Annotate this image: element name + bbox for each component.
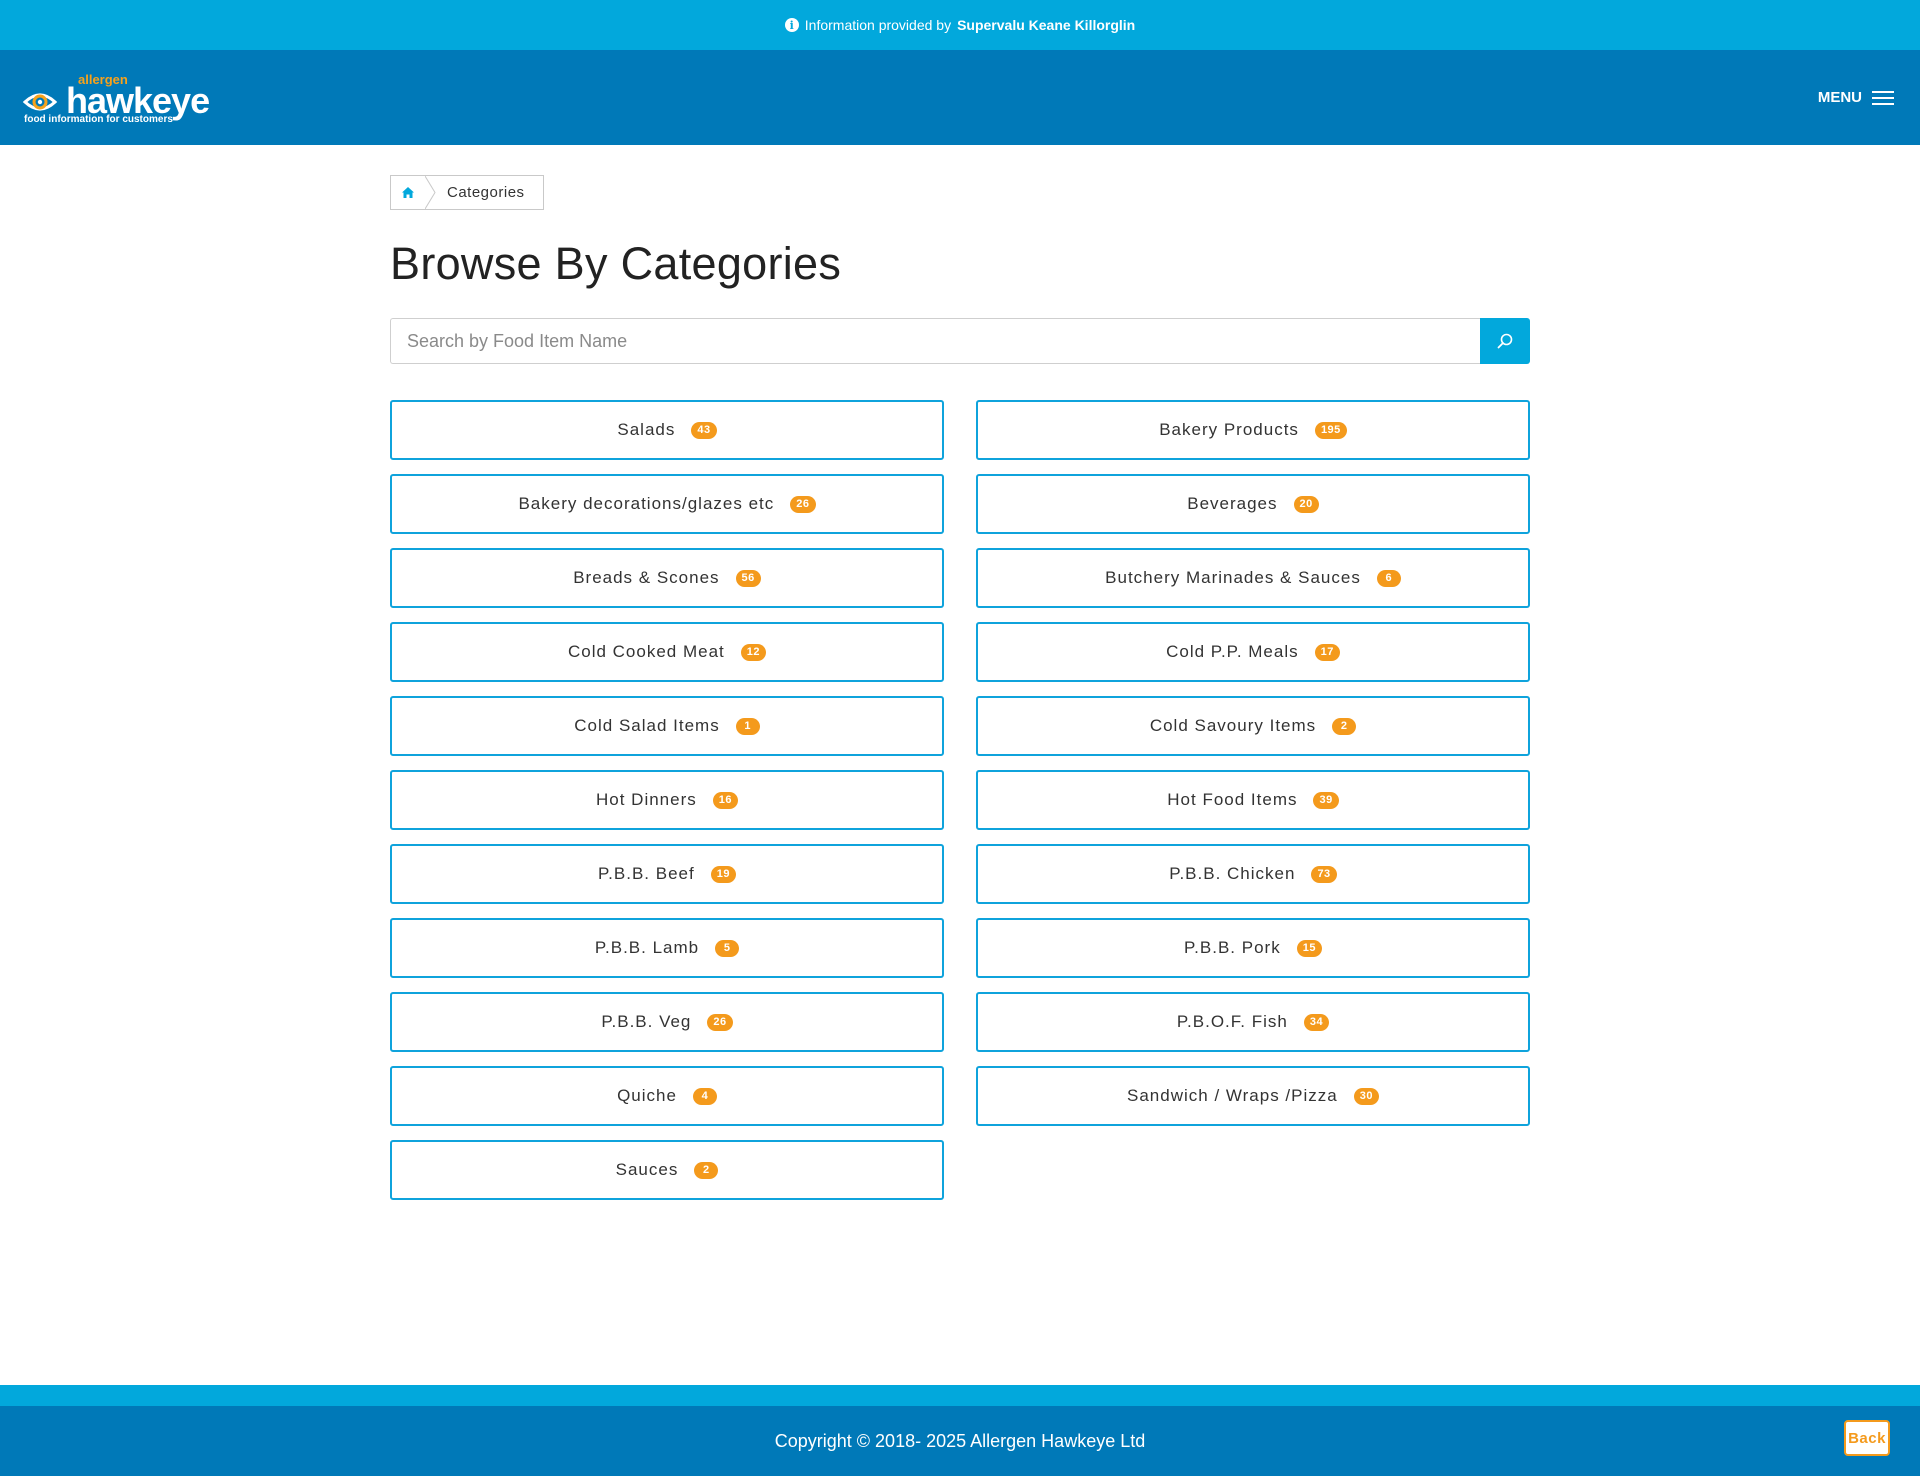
info-provider: Supervalu Keane Killorglin [957,17,1136,33]
category-button[interactable]: Hot Food Items 39 [976,770,1530,830]
category-label: Bakery decorations/glazes etc [518,494,775,513]
category-button[interactable]: Bakery Products 195 [976,400,1530,460]
category-button[interactable]: P.B.O.F. Fish 34 [976,992,1530,1052]
category-button[interactable]: P.B.B. Lamb 5 [390,918,944,978]
category-count-badge: 195 [1314,421,1347,439]
category-count-badge: 1 [735,717,760,735]
category-button[interactable]: Beverages 20 [976,474,1530,534]
category-count-badge: 19 [710,865,736,883]
menu-label: MENU [1817,89,1862,106]
category-count-badge: 39 [1313,791,1339,809]
category-count-badge: 6 [1376,569,1401,587]
category-label: Quiche [617,1086,677,1105]
category-button[interactable]: Cold P.P. Meals 17 [976,622,1530,682]
category-button[interactable]: Sandwich / Wraps /Pizza 30 [976,1066,1530,1126]
category-button[interactable]: Salads 43 [390,400,944,460]
copyright-text: Copyright © 2018- 2025 Allergen Hawkeye … [774,1430,1146,1451]
category-label: Sauces [615,1160,679,1179]
category-button[interactable]: Cold Savoury Items 2 [976,696,1530,756]
category-count-badge: 4 [692,1087,717,1105]
search-button[interactable] [1480,318,1530,364]
eye-logo-icon [22,93,58,110]
category-button[interactable]: Bakery decorations/glazes etc 26 [390,474,944,534]
category-count-badge: 43 [691,421,717,439]
search-icon [1497,333,1513,349]
category-label: Bakery Products [1159,420,1299,439]
category-count-badge: 2 [694,1161,719,1179]
category-button[interactable]: Quiche 4 [390,1066,944,1126]
category-label: Hot Food Items [1167,790,1298,809]
breadcrumb-home[interactable] [391,176,425,209]
category-label: P.B.O.F. Fish [1176,1012,1288,1031]
category-count-badge: 26 [707,1013,733,1031]
home-icon [402,187,414,198]
category-button[interactable]: P.B.B. Veg 26 [390,992,944,1052]
category-button[interactable]: Butchery Marinades & Sauces 6 [976,548,1530,608]
category-label: Cold Cooked Meat [567,642,725,661]
category-label: Hot Dinners [595,790,697,809]
info-prefix: Information provided by [804,17,952,33]
category-label: Cold P.P. Meals [1166,642,1299,661]
category-count-badge: 16 [712,791,738,809]
main-content: Categories Browse By Categories Salads43… [390,145,1530,1200]
hamburger-icon [1872,90,1894,106]
category-button[interactable]: Breads & Scones 56 [390,548,944,608]
category-count-badge: 12 [740,643,767,661]
breadcrumb: Categories [390,175,544,210]
breadcrumb-separator [425,176,437,209]
category-button[interactable]: Cold Salad Items 1 [390,696,944,756]
logo-tagline: food information for customers [24,113,173,125]
category-button[interactable]: P.B.B. Pork 15 [976,918,1530,978]
category-label: P.B.B. Veg [601,1012,692,1031]
site-header: allergen hawkeye food information for cu… [0,50,1920,145]
category-count-badge: 34 [1303,1013,1330,1031]
search-bar [390,318,1530,364]
category-count-badge: 15 [1296,939,1322,957]
page-title: Browse By Categories [390,238,842,289]
search-input[interactable] [390,318,1480,364]
category-button[interactable]: P.B.B. Beef 19 [390,844,944,904]
category-button[interactable]: Cold Cooked Meat 12 [390,622,944,682]
category-button[interactable]: Hot Dinners 16 [390,770,944,830]
category-count-badge: 17 [1314,643,1340,661]
category-grid: Salads 43 Bakery Products 195 Bakery decorat… [390,400,1530,1200]
menu-button[interactable]: MENU [1818,89,1894,106]
info-icon: i [784,18,799,32]
site-footer: Copyright © 2018- 2025 Allergen Hawkeye … [0,1406,1920,1476]
category-label: Sandwich / Wraps /Pizza [1127,1086,1338,1105]
category-button[interactable]: Sauces 2 [390,1140,944,1200]
category-label: Beverages [1187,494,1278,513]
category-count-badge: 2 [1332,717,1357,735]
category-button[interactable]: P.B.B. Chicken 73 [976,844,1530,904]
category-label: P.B.B. Lamb [594,938,700,957]
category-label: Butchery Marinades & Sauces [1105,568,1361,587]
category-label: Cold Savoury Items [1149,716,1317,735]
category-label: P.B.B. Pork [1184,938,1281,957]
category-label: Breads & Scones [573,568,720,587]
breadcrumb-current: Categories [447,184,525,201]
category-label: P.B.B. Chicken [1169,864,1296,883]
category-label: Cold Salad Items [574,716,720,735]
category-count-badge: 30 [1353,1087,1379,1105]
info-bar: i Information provided by Supervalu Kean… [0,0,1920,50]
footer-stripe [0,1385,1920,1406]
category-label: Salads [617,420,676,439]
category-count-badge: 26 [790,495,816,513]
category-count-badge: 20 [1293,495,1319,513]
back-button[interactable]: Back [1844,1420,1890,1456]
category-label: P.B.B. Beef [598,864,695,883]
category-count-badge: 5 [715,939,740,957]
category-count-badge: 73 [1311,865,1337,883]
category-count-badge: 56 [735,569,761,587]
site-logo[interactable]: allergen hawkeye food information for cu… [22,70,222,126]
